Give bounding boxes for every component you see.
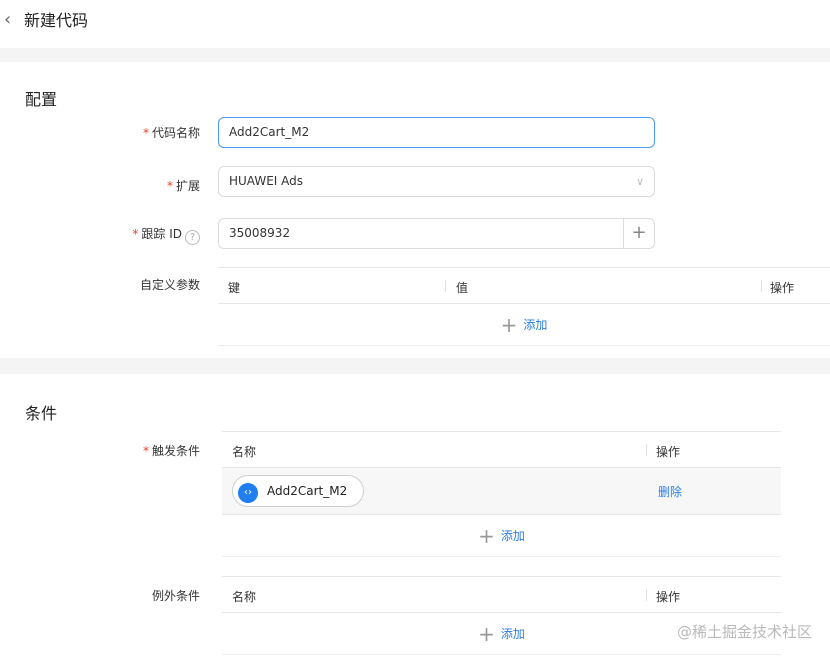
code-icon: ‹› (238, 483, 258, 503)
column-action: 操作 (656, 445, 681, 459)
exception-label: 例外条件 (151, 589, 200, 603)
trigger-label: * 触发条件 (142, 444, 200, 458)
chevron-down-icon: ∨ (635, 175, 644, 188)
question-circle-icon[interactable]: ? (185, 230, 200, 245)
column-separator (646, 589, 647, 601)
top-bar: ‹ 新建代码 (0, 0, 830, 48)
trigger-table: 名称 操作 ‹› Add2Cart_M2 删除 + 添加 (222, 431, 781, 557)
section-divider (0, 358, 830, 374)
column-separator (761, 280, 762, 292)
tracking-id-label: * 跟踪 ID? (132, 225, 200, 245)
delete-link[interactable]: 删除 (658, 483, 682, 500)
section-divider (0, 48, 830, 62)
plus-icon: + (478, 524, 495, 548)
add-trigger-button[interactable]: + 添加 (222, 515, 781, 557)
column-name: 名称 (232, 590, 257, 604)
code-name-input[interactable]: Add2Cart_M2 (218, 117, 655, 148)
trigger-chip[interactable]: ‹› Add2Cart_M2 (232, 475, 365, 507)
custom-params-label: 自定义参数 (139, 278, 200, 292)
chevron-left-icon[interactable]: ‹ (4, 9, 11, 30)
extension-label: * 扩展 (166, 179, 200, 193)
custom-params-table: 键 值 操作 + 添加 (218, 267, 830, 346)
add-param-button[interactable]: + 添加 (218, 304, 830, 346)
column-separator (646, 444, 647, 456)
page-title: 新建代码 (24, 11, 89, 30)
column-action: 操作 (770, 281, 795, 295)
table-header: 名称 操作 (222, 577, 781, 613)
column-key: 键 (228, 281, 241, 295)
column-value: 值 (456, 281, 469, 295)
column-name: 名称 (232, 445, 257, 459)
exception-table: 名称 操作 + 添加 (222, 576, 781, 655)
code-name-label: * 代码名称 (142, 126, 200, 140)
table-header: 键 值 操作 (218, 268, 830, 304)
extension-select[interactable]: HUAWEI Ads ∨ (218, 166, 655, 197)
column-separator (445, 280, 446, 292)
config-section-title: 配置 (25, 90, 58, 109)
plus-icon[interactable]: + (623, 219, 654, 248)
tracking-id-input[interactable]: 35008932 + (218, 218, 655, 249)
column-action: 操作 (656, 590, 681, 604)
conditions-section-title: 条件 (25, 404, 58, 423)
table-row: ‹› Add2Cart_M2 删除 (222, 468, 781, 515)
plus-icon: + (500, 313, 518, 337)
watermark: @稀土掘金技术社区 (676, 623, 812, 641)
table-header: 名称 操作 (222, 432, 781, 468)
plus-icon: + (478, 622, 495, 646)
